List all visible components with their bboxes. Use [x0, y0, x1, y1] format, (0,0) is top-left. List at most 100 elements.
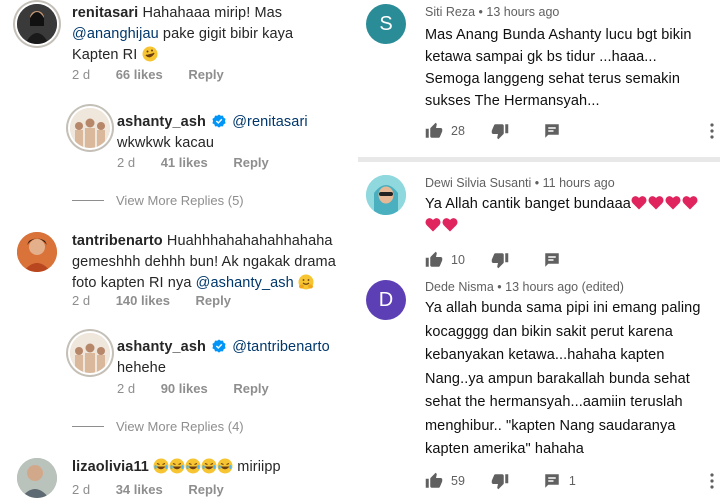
comment-author[interactable]: Dewi Silvia Susanti	[425, 176, 531, 190]
rofl-emoji-icon	[142, 46, 158, 62]
like-button[interactable]: 59	[425, 472, 465, 490]
comment-body: lizaolivia11 miriipp	[72, 457, 354, 478]
divider-line	[72, 200, 104, 201]
reply-button[interactable]: Reply	[188, 67, 223, 82]
reply-button[interactable]: 1	[543, 472, 576, 490]
avatar-initial[interactable]: D	[366, 280, 406, 320]
like-count[interactable]: 34 likes	[116, 482, 163, 497]
comment-line: kapten amerika" hahaha	[425, 441, 584, 457]
laughing-emoji-icon	[153, 458, 169, 474]
comment-author[interactable]: Dede Nisma	[425, 280, 494, 294]
comment-time: 2 d	[72, 67, 91, 82]
mention-link[interactable]: @ananghijau	[72, 26, 159, 42]
comment-actions: 28	[425, 122, 561, 140]
comment-line: Ya allah bunda sama pipi ini emang palin…	[425, 300, 701, 316]
comment-time: 2 d	[72, 293, 91, 308]
mention-link[interactable]: @ashanty_ash	[196, 275, 294, 291]
comment-username[interactable]: tantribenarto	[72, 233, 163, 249]
laughing-emoji-icon	[217, 458, 233, 474]
avatar-tantribenarto[interactable]	[17, 232, 57, 272]
verified-badge-icon	[212, 339, 226, 353]
divider-line	[72, 426, 104, 427]
reply-button[interactable]	[543, 122, 561, 140]
like-count[interactable]: 66 likes	[116, 67, 163, 82]
avatar-letter: S	[379, 12, 393, 35]
comment-meta: 2 d 66 likes Reply	[72, 67, 246, 82]
reply-button[interactable]: Reply	[233, 381, 268, 396]
avatar-initial[interactable]: S	[366, 4, 406, 44]
laughing-emoji-icon	[201, 458, 217, 474]
like-count: 28	[451, 124, 465, 138]
separator-dot: •	[497, 280, 502, 294]
comment-username[interactable]: renitasari	[72, 5, 138, 21]
comment-line: kocagggg dan bikin sakit perut karena	[425, 323, 673, 340]
verified-badge-icon	[212, 114, 226, 128]
hugging-face-emoji-icon	[298, 274, 314, 290]
comment-text: wkwkwk kacau	[117, 135, 215, 151]
separator-dot: •	[534, 176, 540, 190]
mention-link[interactable]: @tantribenarto	[232, 339, 330, 355]
like-count[interactable]: 90 likes	[161, 381, 208, 396]
comment-actions: 10	[425, 251, 561, 269]
comment-text: Mas Anang Bunda Ashanty lucu bgt bikin k…	[425, 24, 715, 112]
comment-text: Huahhhahahahahhahaha	[166, 233, 333, 249]
comment-username[interactable]: lizaolivia11	[72, 459, 149, 475]
like-count[interactable]: 41 likes	[161, 155, 208, 170]
comment-text: miriipp	[237, 459, 281, 475]
red-heart-icon	[665, 196, 681, 210]
reply-button[interactable]: Reply	[233, 155, 268, 170]
avatar-ashanty-ash[interactable]	[70, 108, 110, 148]
comment-meta: 2 d 41 likes Reply	[117, 155, 291, 170]
reply-count: 1	[568, 474, 576, 488]
comment-reply-icon	[545, 124, 559, 138]
red-heart-icon	[648, 196, 664, 210]
thumbs-down-icon	[491, 124, 509, 140]
like-count[interactable]: 140 likes	[116, 293, 170, 308]
avatar-letter: D	[378, 288, 394, 311]
avatar-image	[17, 232, 57, 272]
avatar-image	[17, 4, 57, 44]
like-button[interactable]: 28	[425, 122, 465, 140]
view-more-replies-button[interactable]: View More Replies (4)	[72, 419, 244, 434]
comment-text: Ya Allah cantik banget bundaaa	[425, 193, 715, 237]
thumbs-down-icon	[491, 474, 509, 490]
like-button[interactable]: 10	[425, 251, 465, 269]
more-options-icon[interactable]	[710, 123, 714, 139]
comment-body: renitasari Hahahaaa mirip! Mas @ananghij…	[72, 3, 352, 66]
section-divider	[358, 157, 720, 162]
dislike-button[interactable]	[491, 251, 509, 269]
thumbs-up-icon	[425, 122, 443, 138]
comment-time: 2 d	[72, 482, 91, 497]
comment-username[interactable]: ashanty_ash	[117, 339, 206, 355]
laughing-emoji-icon	[185, 458, 201, 474]
avatar-dewi-silvia-susanti[interactable]	[366, 175, 406, 215]
avatar-image	[70, 108, 110, 148]
reply-button[interactable]	[543, 251, 561, 269]
red-heart-icon	[425, 218, 441, 232]
comment-body: tantribenarto Huahhhahahahahhahaha gemes…	[72, 231, 354, 294]
view-more-replies-button[interactable]: View More Replies (5)	[72, 193, 244, 208]
comment-meta: 2 d 34 likes Reply	[72, 482, 246, 497]
comment-text: Hahahaaa mirip! Mas	[142, 5, 283, 21]
red-heart-icon	[631, 196, 647, 210]
more-options-icon[interactable]	[710, 473, 714, 489]
comment-username[interactable]: ashanty_ash	[117, 114, 206, 130]
avatar-renitasari[interactable]	[17, 4, 57, 44]
avatar-lizaolivia11[interactable]	[17, 458, 57, 498]
avatar-ashanty-ash[interactable]	[70, 333, 110, 373]
comment-text: foto kapten RI nya	[72, 275, 192, 291]
dislike-button[interactable]	[491, 122, 509, 140]
comment-text: hehehe	[117, 360, 166, 376]
reply-button[interactable]: Reply	[188, 482, 223, 497]
mention-link[interactable]: @renitasari	[232, 114, 307, 130]
separator-dot: •	[478, 5, 483, 19]
thumbs-up-icon	[425, 251, 443, 267]
comment-text: Kapten RI	[72, 47, 138, 63]
dislike-button[interactable]	[491, 472, 509, 490]
reply-button[interactable]: Reply	[196, 293, 231, 308]
comment-author[interactable]: Siti Reza	[425, 5, 475, 19]
comment-header: Siti Reza • 13 hours ago	[425, 5, 559, 19]
comment-actions: 59 1	[425, 472, 576, 490]
laughing-emoji-icon	[169, 458, 185, 474]
reply-body: ashanty_ash @renitasari wkwkwk kacau	[117, 112, 352, 154]
